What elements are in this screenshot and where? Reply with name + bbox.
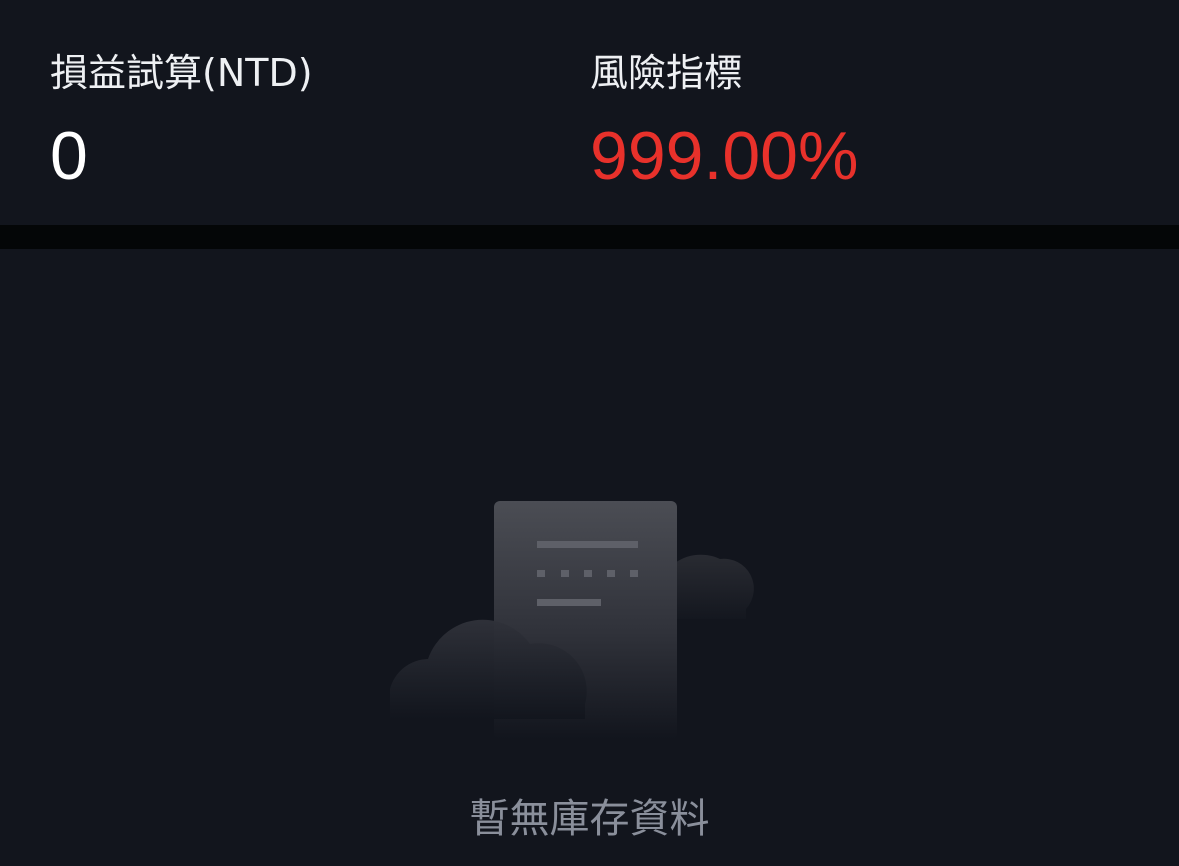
empty-state-message: 暫無庫存資料 xyxy=(469,796,710,842)
empty-document-cloud-icon xyxy=(380,489,760,739)
section-divider xyxy=(0,225,1179,249)
pnl-value: 0 xyxy=(50,118,88,194)
pnl-label: 損益試算(NTD) xyxy=(50,51,313,95)
pnl-metric: 損益試算(NTD) 0 xyxy=(50,48,313,194)
risk-label: 風險指標 xyxy=(590,51,743,95)
risk-value: 999.00% xyxy=(590,118,859,194)
inventory-empty-state: 暫無庫存資料 xyxy=(0,249,1179,866)
summary-panel: 損益試算(NTD) 0 風險指標 999.00% xyxy=(0,0,1179,225)
risk-metric: 風險指標 999.00% xyxy=(590,48,858,194)
